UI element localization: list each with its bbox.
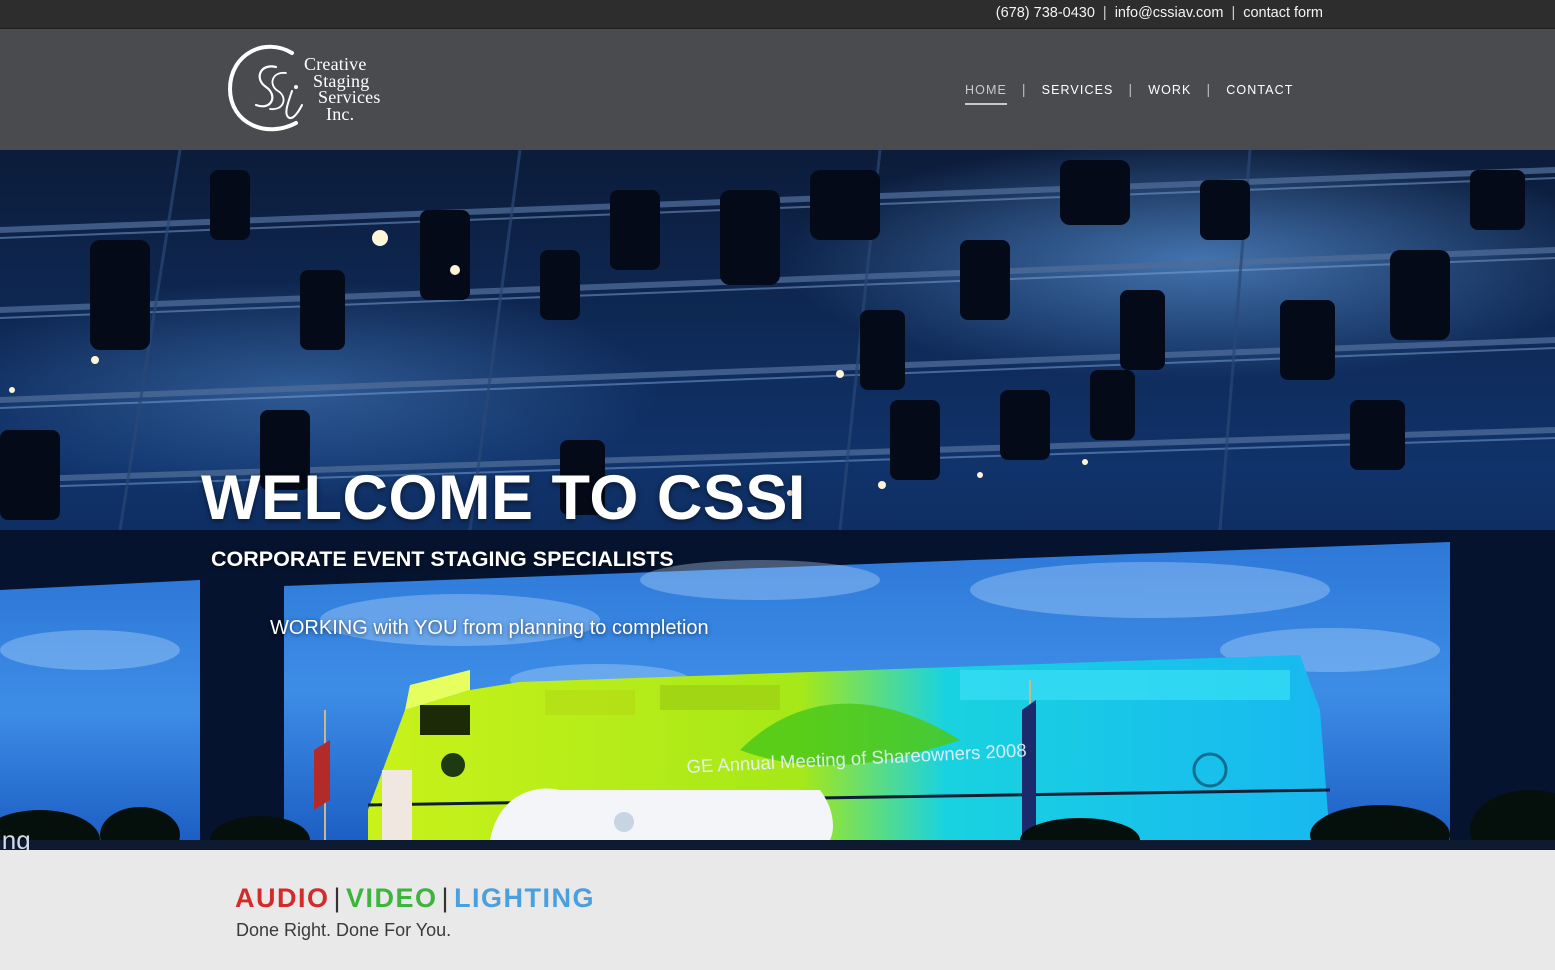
hero-tagline: WORKING with YOU from planning to comple… bbox=[270, 617, 709, 639]
company-logo[interactable]: Creative Staging Services Inc. bbox=[226, 43, 386, 135]
nav-divider: | bbox=[1021, 81, 1027, 97]
video-label: VIDEO bbox=[346, 883, 438, 913]
contact-links: (678) 738-0430 | info@cssiav.com | contact f… bbox=[996, 5, 1323, 21]
services-heading: AUDIO | VIDEO | LIGHTING bbox=[235, 883, 595, 914]
side-screen-line: ing bbox=[0, 825, 31, 850]
phone-link[interactable]: (678) 738-0430 bbox=[996, 5, 1095, 21]
separator: | bbox=[1231, 5, 1236, 21]
nav-divider: | bbox=[1128, 81, 1134, 97]
nav-services[interactable]: SERVICES bbox=[1042, 83, 1114, 97]
hero-title: WELCOME TO CSSI bbox=[201, 463, 806, 533]
site-header: Creative Staging Services Inc. HOME | SERV… bbox=[0, 29, 1555, 150]
separator: | bbox=[333, 883, 343, 913]
email-link[interactable]: info@cssiav.com bbox=[1115, 5, 1224, 21]
services-strip: AUDIO | VIDEO | LIGHTING Done Right. Done Fo… bbox=[0, 850, 1555, 970]
motto-text: Done Right. Done For You. bbox=[236, 920, 452, 940]
nav-home[interactable]: HOME bbox=[965, 83, 1007, 105]
side-screen-text: ing rs bbox=[0, 822, 31, 850]
logo-wordmark: Creative Staging Services Inc. bbox=[302, 55, 381, 124]
hero-subtitle: CORPORATE EVENT STAGING SPECIALISTS bbox=[211, 547, 674, 571]
contact-form-link[interactable]: contact form bbox=[1243, 5, 1323, 21]
logo-swirl-icon bbox=[227, 44, 303, 132]
top-utility-bar: (678) 738-0430 | info@cssiav.com | contact f… bbox=[0, 0, 1555, 29]
separator: | bbox=[441, 883, 451, 913]
lighting-label: LIGHTING bbox=[454, 883, 596, 913]
main-nav: HOME | SERVICES | WORK | CONTACT bbox=[965, 81, 1293, 105]
nav-contact[interactable]: CONTACT bbox=[1226, 83, 1293, 97]
nav-work[interactable]: WORK bbox=[1148, 83, 1191, 97]
nav-divider: | bbox=[1206, 81, 1212, 97]
hero-banner: GE Annual Meeting of Shareowners 2008 in… bbox=[0, 150, 1555, 850]
logo-line: Inc. bbox=[326, 103, 355, 124]
separator: | bbox=[1102, 5, 1107, 21]
audio-label: AUDIO bbox=[235, 883, 330, 913]
